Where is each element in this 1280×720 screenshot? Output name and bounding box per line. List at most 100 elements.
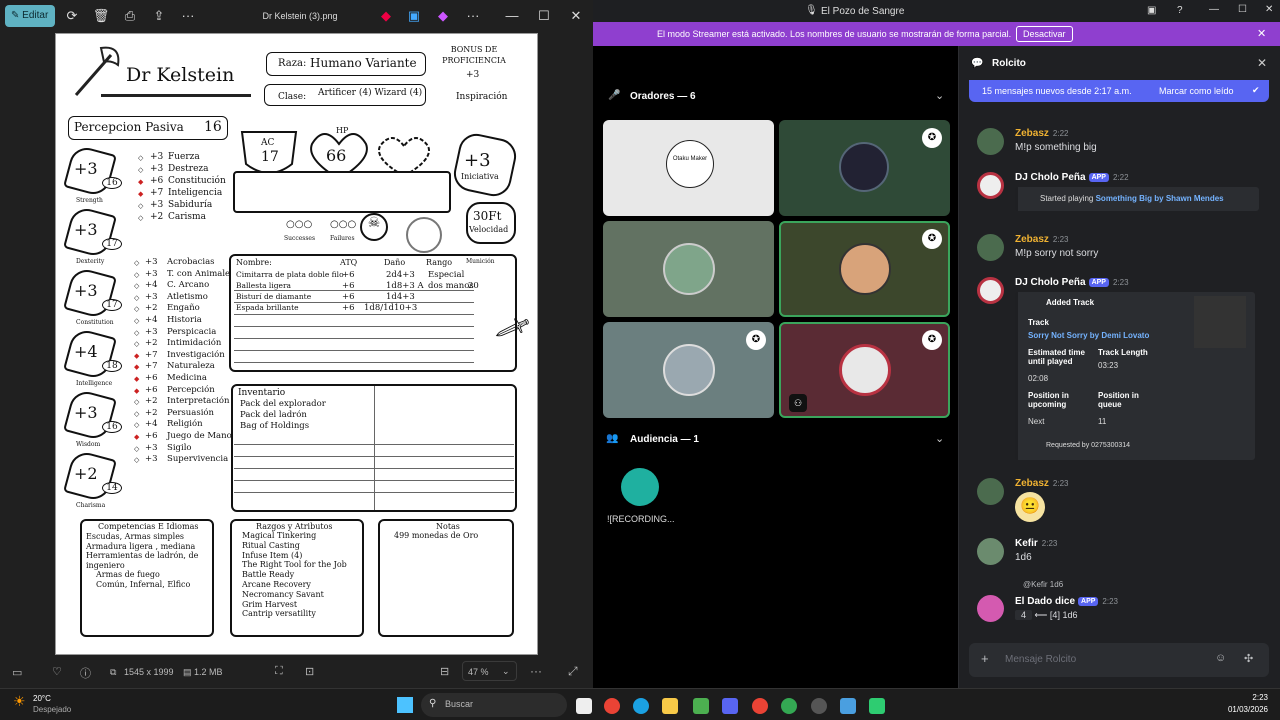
favorite-icon[interactable]: ♡ xyxy=(52,665,62,678)
speaker-tile-5[interactable]: ✪ xyxy=(603,322,774,418)
app-badge: APP xyxy=(1088,173,1109,182)
photos-icon[interactable] xyxy=(840,698,856,714)
author-name[interactable]: Zebasz xyxy=(1015,128,1049,139)
windows-start-icon[interactable] xyxy=(397,697,413,713)
avatar[interactable] xyxy=(977,234,1004,261)
file-title: Dr Kelstein (3).png xyxy=(262,11,338,21)
len-value: 03:23 xyxy=(1098,361,1119,370)
mark-read-button[interactable]: Marcar como leído xyxy=(1159,86,1234,96)
search-box[interactable]: ⚲ Buscar xyxy=(421,693,567,717)
server-title: El Pozo de Sangre xyxy=(821,6,905,17)
message-input[interactable]: + Mensaje Rolcito ☺ ✣ xyxy=(969,643,1269,677)
speakers-header[interactable]: Oradores — 6 xyxy=(630,91,696,102)
avatar[interactable] xyxy=(977,478,1004,505)
chevron-down-icon[interactable]: ⌄ xyxy=(935,89,944,102)
share-icon[interactable]: ⇪ xyxy=(147,6,171,26)
audience-header[interactable]: Audiencia — 1 xyxy=(630,434,699,445)
print-icon[interactable]: ⎙ xyxy=(118,6,142,26)
apps-icon[interactable]: ✣ xyxy=(1244,652,1253,665)
author-name[interactable]: El Dado dice xyxy=(1015,596,1075,607)
minimize-icon[interactable]: — xyxy=(500,6,524,26)
edge-icon[interactable] xyxy=(633,698,649,714)
app-icon-2[interactable]: ▣ xyxy=(402,6,426,26)
taskbar: ☀ 20°C Despejado ⚲ Buscar 2:23 01/03/202… xyxy=(0,688,1280,720)
weapon-header: Daño xyxy=(384,258,406,267)
traits-title: Razgos y Atributos xyxy=(256,522,333,531)
message-text: 1d6 xyxy=(1015,552,1032,563)
skill-mod: +4 xyxy=(145,280,158,291)
photos-statusbar: ▭ ♡ ⓘ ⧉ 1545 x 1999 ▤ 1.2 MB ⛶ ⊡ ⊟ 47 % … xyxy=(0,656,593,688)
speaker-tile-6[interactable]: ✪ ⚇ xyxy=(779,322,950,418)
skill-mod: +2 xyxy=(145,338,158,349)
avatar[interactable] xyxy=(977,128,1004,155)
avatar[interactable] xyxy=(977,277,1004,304)
pos-q-value: 11 xyxy=(1098,417,1107,426)
rotate-icon[interactable]: ⟳ xyxy=(60,6,84,26)
embed-link[interactable]: Something Big by Shawn Mendes xyxy=(1096,194,1224,203)
task-view-icon[interactable] xyxy=(576,698,592,714)
app-icon-1[interactable]: ◆ xyxy=(374,6,398,26)
close-icon[interactable]: ✕ xyxy=(564,6,588,26)
avatar[interactable] xyxy=(977,172,1004,199)
author-name[interactable]: Zebasz xyxy=(1015,234,1049,245)
chevron-down-icon[interactable]: ⌄ xyxy=(935,432,944,445)
edit-button[interactable]: ✎ Editar xyxy=(5,5,55,27)
app-icon-3[interactable]: ◆ xyxy=(431,6,455,26)
more-icon-bottom[interactable]: ··· xyxy=(530,664,542,678)
clock-date[interactable]: 01/03/2026 xyxy=(1210,705,1268,714)
skills-list: ◇ +3 Acrobacias ◇ +3 T. con Animales ◇ +4 C. Arc… xyxy=(131,257,236,477)
deactivate-button[interactable]: Desactivar xyxy=(1016,26,1073,42)
help-icon[interactable]: ? xyxy=(1177,5,1183,16)
crop-icon[interactable]: ⛶ xyxy=(275,665,283,678)
more-options-icon[interactable]: ··· xyxy=(461,6,485,26)
ability-score: 14 xyxy=(102,482,122,494)
author-name[interactable]: DJ Cholo Peña xyxy=(1015,172,1086,183)
emoji-icon[interactable]: ☺ xyxy=(1215,652,1226,664)
inbox-icon[interactable]: ▣ xyxy=(1147,5,1156,16)
speaker-tile-1[interactable]: Otaku Maker xyxy=(603,120,774,216)
chrome-icon[interactable] xyxy=(604,698,620,714)
reply-reference[interactable]: @Kefir 1d6 xyxy=(1023,580,1063,589)
skill-marker: ◇ xyxy=(134,259,140,267)
save-name: Inteligencia xyxy=(168,188,223,198)
minimize-icon[interactable]: — xyxy=(1209,4,1219,15)
close-icon[interactable]: ✕ xyxy=(1265,4,1273,15)
filmstrip-icon[interactable]: ▭ xyxy=(12,666,22,679)
clock-time[interactable]: 2:23 xyxy=(1224,693,1268,702)
file-explorer-icon[interactable] xyxy=(662,698,678,714)
close-banner-icon[interactable]: ✕ xyxy=(1257,27,1266,40)
author-name[interactable]: Zebasz xyxy=(1015,478,1049,489)
skill-name: T. con Animales xyxy=(167,268,235,279)
notes-app-icon[interactable] xyxy=(869,698,885,714)
ability-mod: +4 xyxy=(74,342,98,361)
avatar[interactable] xyxy=(977,538,1004,565)
actual-size-icon[interactable]: ⊟ xyxy=(440,665,449,678)
speaker-tile-2[interactable]: ✪ xyxy=(779,120,950,216)
info-icon[interactable]: ⓘ xyxy=(80,665,91,681)
new-messages-bar[interactable]: 15 mensajes nuevos desde 2:17 a.m. Marca… xyxy=(969,80,1269,102)
save-name: Fuerza xyxy=(168,152,200,162)
speaker-tile-4[interactable]: ✪ xyxy=(779,221,950,317)
utorrent-icon[interactable] xyxy=(693,698,709,714)
author-name[interactable]: Kefir xyxy=(1015,538,1038,549)
chrome-profile2-icon[interactable] xyxy=(781,698,797,714)
discord-icon[interactable] xyxy=(722,698,738,714)
obs-icon[interactable] xyxy=(811,698,827,714)
author-name[interactable]: DJ Cholo Peña xyxy=(1015,277,1086,288)
avatar[interactable] xyxy=(977,595,1004,622)
fit-icon[interactable]: ⊡ xyxy=(305,665,314,678)
close-chat-icon[interactable]: ✕ xyxy=(1257,56,1267,70)
audience-avatar[interactable] xyxy=(621,468,659,506)
more-icon[interactable]: ··· xyxy=(176,6,200,26)
delete-icon[interactable]: 🗑 xyxy=(89,6,113,26)
speaker-tile-3[interactable] xyxy=(603,221,774,317)
chrome-profile-icon[interactable] xyxy=(752,698,768,714)
maximize-icon[interactable]: ☐ xyxy=(1238,4,1247,15)
track-link[interactable]: Sorry Not Sorry by Demi Lovato xyxy=(1028,331,1149,340)
hp-bar xyxy=(233,171,451,213)
weather-icon[interactable]: ☀ xyxy=(13,693,26,710)
add-attachment-icon[interactable]: + xyxy=(981,651,989,666)
fullscreen-icon[interactable]: ⤢ xyxy=(568,664,578,679)
album-thumbnail xyxy=(1194,296,1246,348)
maximize-icon[interactable]: ☐ xyxy=(532,6,556,26)
